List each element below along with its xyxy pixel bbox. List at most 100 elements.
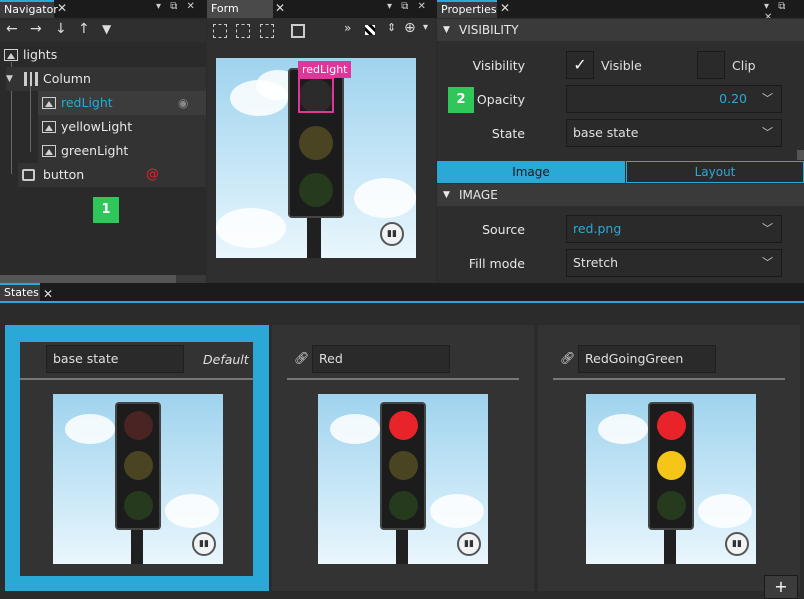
bounds-icon[interactable] — [291, 24, 305, 38]
tree-item-label: greenLight — [61, 143, 129, 158]
yellow-lamp — [124, 451, 153, 480]
tab-form-editor[interactable]: Form Editor — [207, 0, 273, 33]
clip-checkbox[interactable] — [697, 51, 725, 79]
green-lamp — [389, 491, 418, 520]
red-lamp — [389, 411, 418, 440]
chevron-down-icon[interactable]: ﹀ — [762, 250, 773, 276]
close-icon[interactable]: ✕ — [500, 0, 510, 16]
state-name-field[interactable]: RedGoingGreen — [578, 345, 716, 373]
form-editor-header-icons[interactable]: ▾ ⧉ ✕ — [387, 1, 429, 12]
green-lamp — [299, 173, 333, 207]
filter-icon[interactable]: ▼ — [102, 22, 111, 36]
alias-at-icon[interactable]: @ — [146, 163, 159, 187]
background-checker-icon[interactable] — [365, 25, 375, 35]
opacity-label: Opacity — [476, 92, 525, 107]
state-name-field[interactable]: base state — [46, 345, 184, 373]
arrow-up-icon[interactable]: ↑ — [78, 21, 90, 37]
chevron-down-icon[interactable]: ▾ — [423, 22, 428, 33]
close-icon[interactable]: ✕ — [57, 0, 67, 16]
pole — [664, 528, 676, 564]
arrow-right-icon[interactable]: → — [30, 21, 42, 37]
chevron-down-icon[interactable]: ﹀ — [762, 216, 773, 242]
visible-checkbox[interactable]: ✓ — [566, 51, 594, 79]
state-card-base[interactable]: base state Default ▮▮ — [5, 325, 269, 591]
yellow-lamp — [389, 451, 418, 480]
collapse-arrow-icon[interactable]: ▼ — [443, 19, 450, 41]
state-card-red[interactable]: 🔗︎ Red ▮▮ — [272, 325, 534, 591]
navigator-scrollbar[interactable] — [0, 275, 206, 283]
pause-button[interactable]: ▮▮ — [457, 532, 481, 556]
source-field[interactable]: red.png ﹀ — [566, 215, 782, 243]
state-divider — [287, 378, 519, 380]
add-state-button[interactable]: + — [764, 575, 798, 599]
state-divider — [553, 378, 785, 380]
green-lamp — [124, 491, 153, 520]
fill-mode-dropdown[interactable]: Stretch ﹀ — [566, 249, 782, 277]
cloud — [65, 414, 115, 444]
red-lamp — [124, 411, 153, 440]
tree-item-label: redLight — [61, 95, 113, 110]
select-child-icon[interactable] — [236, 24, 250, 38]
expand-arrow-icon[interactable]: ▼ — [6, 67, 13, 91]
close-icon[interactable]: ✕ — [275, 0, 285, 16]
state-dropdown[interactable]: base state ﹀ — [566, 119, 782, 147]
state-card-redgoinggreen[interactable]: 🔗︎ RedGoingGreen ▮▮ — [538, 325, 800, 591]
pause-button[interactable]: ▮▮ — [192, 532, 216, 556]
opacity-value: 0.20 — [719, 91, 747, 106]
chevron-down-icon[interactable]: ﹀ — [762, 86, 773, 112]
selection-label: redLight — [298, 61, 352, 78]
column-icon — [24, 72, 38, 86]
form-editor-toolbar: » ⇕ ⊕ ▾ — [207, 20, 436, 42]
tree-item-redlight[interactable]: redLight ◉ — [38, 91, 206, 115]
state-name-field[interactable]: Red — [312, 345, 450, 373]
cloud — [330, 414, 380, 444]
tree-item-label: yellowLight — [61, 119, 133, 134]
tab-states[interactable]: States — [0, 283, 40, 301]
zoom-icon[interactable]: ⊕ — [404, 20, 416, 36]
section-title: IMAGE — [459, 188, 498, 202]
opacity-field[interactable]: 0.20 ﹀ — [566, 85, 782, 113]
select-parent-icon[interactable] — [260, 24, 274, 38]
visibility-eye-icon[interactable]: ◉ — [178, 91, 188, 115]
tab-properties[interactable]: Properties — [437, 0, 497, 18]
pause-button[interactable]: ▮▮ — [380, 222, 404, 246]
tree-item-yellowlight[interactable]: yellowLight — [38, 115, 206, 139]
state-thumbnail[interactable]: ▮▮ — [53, 394, 223, 564]
image-section-header[interactable]: ▼ IMAGE — [437, 184, 804, 206]
collapse-arrow-icon[interactable]: ▼ — [443, 184, 450, 206]
chevron-down-icon[interactable]: ﹀ — [762, 120, 773, 146]
tab-image[interactable]: Image — [437, 161, 625, 183]
cloud — [216, 208, 286, 248]
pole — [307, 216, 321, 258]
source-label: Source — [482, 222, 525, 237]
navigator-toolbar: ← → ↓ ↑ ▼ — [0, 20, 206, 42]
tab-navigator[interactable]: Navigator — [0, 0, 58, 18]
state-value: base state — [573, 125, 639, 140]
selection-box[interactable] — [298, 77, 334, 113]
arrow-down-icon[interactable]: ↓ — [55, 21, 67, 37]
spinner-icon[interactable]: ⇕ — [387, 21, 396, 34]
tree-item-button[interactable]: button @ — [18, 163, 206, 187]
close-icon[interactable]: ✕ — [43, 286, 53, 302]
arrow-left-icon[interactable]: ← — [6, 21, 18, 37]
tree-item-label: Column — [43, 71, 91, 86]
state-thumbnail[interactable]: ▮▮ — [318, 394, 488, 564]
pause-button[interactable]: ▮▮ — [725, 532, 749, 556]
tree-item-greenlight[interactable]: greenLight — [38, 139, 206, 163]
tree-item-column[interactable]: ▼ Column — [6, 67, 206, 91]
link-icon[interactable]: 🔗︎ — [294, 351, 309, 365]
cloud — [698, 494, 752, 528]
tree-item-lights[interactable]: lights — [4, 43, 204, 67]
clip-label: Clip — [732, 58, 756, 73]
state-thumbnail[interactable]: ▮▮ — [586, 394, 756, 564]
link-icon[interactable]: 🔗︎ — [560, 351, 575, 365]
select-tool-icon[interactable] — [213, 24, 227, 38]
overflow-chevron-icon[interactable]: » — [344, 21, 351, 35]
tree-connector — [30, 86, 31, 152]
section-title: VISIBILITY — [459, 23, 519, 37]
navigator-header-icons[interactable]: ▾ ⧉ ✕ — [156, 1, 198, 12]
green-lamp — [657, 491, 686, 520]
properties-scrollbar[interactable] — [797, 150, 804, 160]
visibility-section-header[interactable]: ▼ VISIBILITY — [437, 19, 804, 41]
tab-layout[interactable]: Layout — [626, 161, 804, 183]
